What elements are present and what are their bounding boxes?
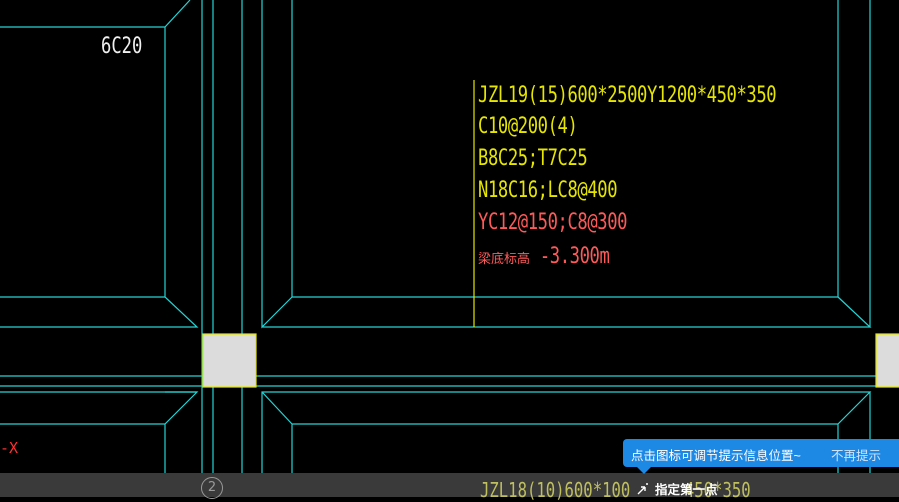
- dont-show-again-link[interactable]: 不再提示: [831, 445, 881, 464]
- slab-outline-bottom-left: [0, 391, 199, 473]
- cad-drawing-canvas[interactable]: [0, 0, 899, 497]
- bottom-beam-spec-head: JZL18(10)600*100: [480, 478, 631, 502]
- beam-spec-line-3[interactable]: B8C25;T7C25: [478, 146, 588, 171]
- axis-marker: -X: [0, 439, 19, 457]
- grid-axis-bubble[interactable]: 2: [201, 477, 223, 499]
- command-prompt-text: 指定第一点: [655, 483, 718, 497]
- beam-elevation-line[interactable]: 梁底标高 -3.300m: [478, 244, 619, 269]
- hint-tooltip[interactable]: 点击图标可调节提示信息位置~ 不再提示: [623, 439, 899, 474]
- elevation-label: 梁底标高: [478, 252, 531, 267]
- command-prompt: 指定第一点: [636, 479, 718, 498]
- crosshair-cursor-icon: [637, 482, 648, 494]
- column-right: [875, 333, 899, 388]
- rebar-label-top-left[interactable]: 6C20: [101, 34, 142, 59]
- slab-outline-top-left-right: [0, 27, 199, 328]
- beam-spec-line-1[interactable]: JZL19(15)600*2500Y1200*450*350: [478, 83, 777, 108]
- elevation-value: -3.300m: [539, 244, 610, 269]
- beam-spec-line-4[interactable]: N18C16;LC8@400: [478, 178, 618, 203]
- column-center: [202, 333, 257, 388]
- status-bar: [0, 473, 899, 497]
- beam-spec-line-2[interactable]: C10@200(4): [478, 114, 578, 139]
- hint-tooltip-message[interactable]: 点击图标可调节提示信息位置~: [631, 445, 801, 464]
- beam-extra-line[interactable]: YC12@150;C8@300: [478, 210, 628, 235]
- slab-outline-top-left-outer: [0, 0, 191, 28]
